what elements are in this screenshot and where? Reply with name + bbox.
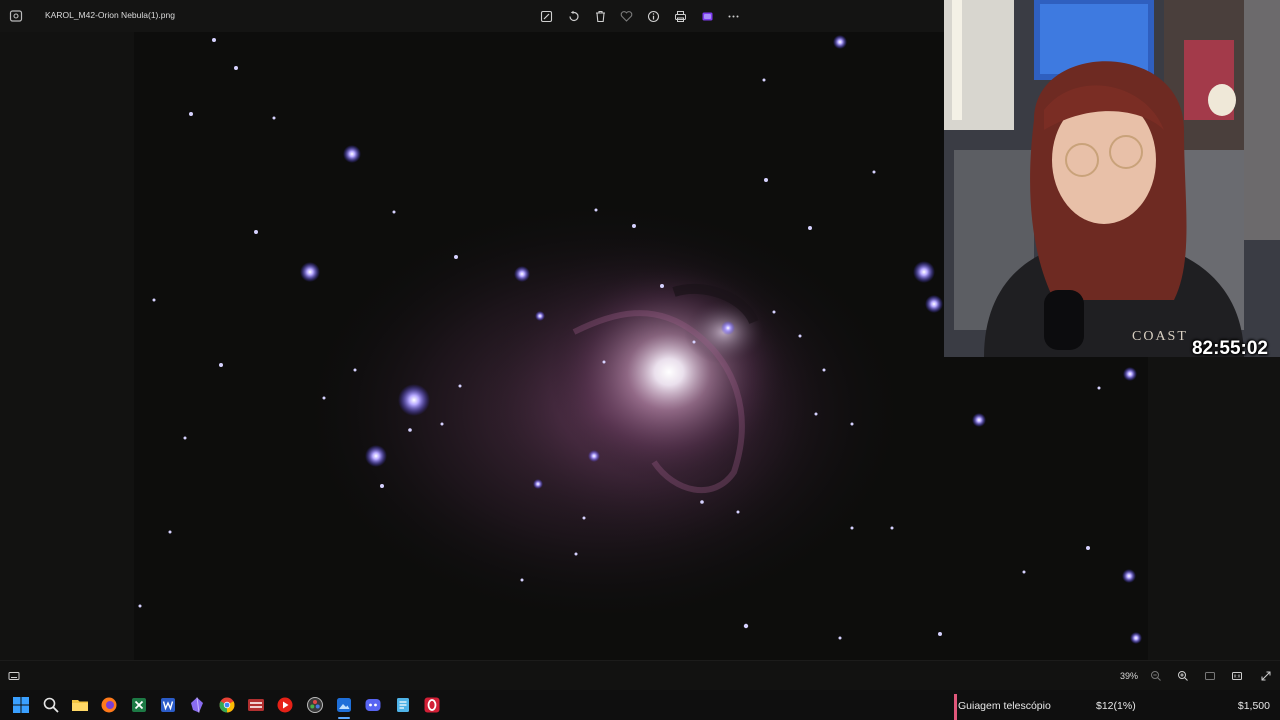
zoom-level: 39% <box>1120 671 1139 681</box>
info-icon[interactable] <box>645 8 661 24</box>
chrome-icon[interactable] <box>217 695 237 715</box>
viewer-bottom-bar: 39% <box>0 660 1280 691</box>
more-options-icon[interactable] <box>725 8 741 24</box>
windows-start-icon[interactable] <box>11 695 31 715</box>
clipchamp-icon[interactable] <box>699 8 715 24</box>
zoom-in-icon[interactable] <box>1175 668 1191 684</box>
davinci-resolve-icon[interactable] <box>305 695 325 715</box>
delete-icon[interactable] <box>592 8 608 24</box>
notepad-icon[interactable] <box>393 695 413 715</box>
svg-text:COAST: COAST <box>1132 329 1188 344</box>
file-name: KAROL_M42-Orion Nebula(1).png <box>45 10 175 20</box>
zoom-out-icon[interactable] <box>1148 668 1164 684</box>
youtube-music-icon[interactable] <box>275 695 295 715</box>
goal-progress-fill <box>954 694 958 720</box>
goal-target: $1,500 <box>1237 700 1270 712</box>
photos-icon[interactable] <box>334 695 354 715</box>
file-explorer-icon[interactable] <box>70 695 90 715</box>
edit-image-icon[interactable] <box>538 8 554 24</box>
stream-timer: 82:55:02 <box>1191 338 1268 357</box>
discord-icon[interactable] <box>363 695 383 715</box>
active-app-indicator <box>338 717 350 719</box>
print-icon[interactable] <box>672 8 688 24</box>
photos-app-icon <box>9 9 23 23</box>
rotate-icon[interactable] <box>565 8 581 24</box>
viewer-title-bar: KAROL_M42-Orion Nebula(1).png <box>0 0 944 32</box>
filmstrip-icon[interactable] <box>6 668 22 684</box>
word-icon[interactable] <box>158 695 178 715</box>
favorite-icon[interactable] <box>618 8 634 24</box>
firefox-icon[interactable] <box>99 695 119 715</box>
goal-label: Guiagem telescópio <box>958 700 1051 712</box>
webcam-overlay: COAST 82:55:02 <box>944 0 1280 357</box>
search-icon[interactable] <box>41 695 61 715</box>
actual-size-icon[interactable] <box>1229 668 1245 684</box>
voicemeeter-icon[interactable] <box>246 695 266 715</box>
stream-goal-bar: Guiagem telescópio $12(1%) $1,500 <box>954 694 1280 720</box>
streamer-webcam-feed: COAST <box>944 0 1280 357</box>
fullscreen-icon[interactable] <box>1258 668 1274 684</box>
excel-icon[interactable] <box>129 695 149 715</box>
obsidian-icon[interactable] <box>187 695 207 715</box>
opera-icon[interactable] <box>422 695 442 715</box>
goal-amount: $12(1%) <box>1096 700 1136 712</box>
fit-to-window-icon[interactable] <box>1202 668 1218 684</box>
